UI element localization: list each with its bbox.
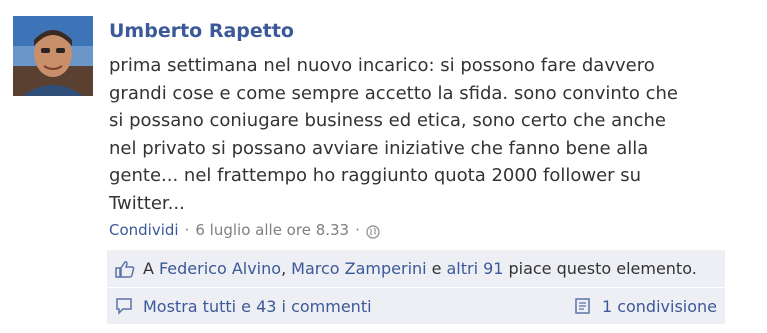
post-message-line: prima settimana nel nuovo incarico: si p… bbox=[109, 55, 655, 76]
share-icon bbox=[574, 297, 594, 315]
meta-separator: · bbox=[184, 221, 190, 239]
likes-and: e bbox=[431, 259, 442, 278]
view-all-comments-link[interactable]: Mostra tutti e 43 i commenti bbox=[143, 297, 372, 316]
facebook-post: Umberto Rapetto prima settimana nel nuov… bbox=[0, 0, 767, 333]
post-message: prima settimana nel nuovo incarico: si p… bbox=[109, 52, 749, 217]
comments-row: Mostra tutti e 43 i commenti 1 condivisi… bbox=[107, 287, 725, 324]
likes-row: A Federico Alvino , Marco Zamperini e al… bbox=[107, 250, 725, 287]
post-message-line: nel privato si possano avviare iniziativ… bbox=[109, 137, 649, 159]
likes-comma: , bbox=[281, 259, 287, 278]
other-likers-link[interactable]: altri 91 bbox=[446, 259, 503, 278]
post-message-line: Twitter... bbox=[109, 192, 185, 214]
post-message-line: si possano coniugare business ed etica, … bbox=[109, 110, 666, 131]
likes-suffix: piace questo elemento. bbox=[508, 259, 697, 278]
post-message-line: gente... nel frattempo ho raggiunto quot… bbox=[109, 165, 642, 186]
likes-prefix: A bbox=[143, 259, 154, 278]
liker-link[interactable]: Federico Alvino bbox=[159, 259, 281, 278]
meta-separator: · bbox=[355, 221, 360, 239]
share-link[interactable]: Condividi bbox=[109, 219, 179, 241]
feedback-box: A Federico Alvino , Marco Zamperini e al… bbox=[107, 250, 725, 324]
thumbs-up-icon[interactable] bbox=[115, 260, 135, 278]
shares-count-link[interactable]: 1 condivisione bbox=[602, 297, 717, 316]
comment-bubble-icon bbox=[115, 297, 135, 315]
author-avatar[interactable] bbox=[13, 16, 93, 96]
globe-icon[interactable] bbox=[366, 223, 380, 239]
post-timestamp[interactable]: 6 luglio alle ore 8.33 bbox=[195, 219, 349, 241]
profile-photo bbox=[13, 16, 93, 96]
author-name-link[interactable]: Umberto Rapetto bbox=[109, 18, 294, 44]
liker-link[interactable]: Marco Zamperini bbox=[291, 259, 426, 278]
post-meta: Condividi · 6 luglio alle ore 8.33 · bbox=[109, 219, 380, 241]
post-message-line: grandi cose e come sempre accetto la sfi… bbox=[109, 82, 678, 104]
